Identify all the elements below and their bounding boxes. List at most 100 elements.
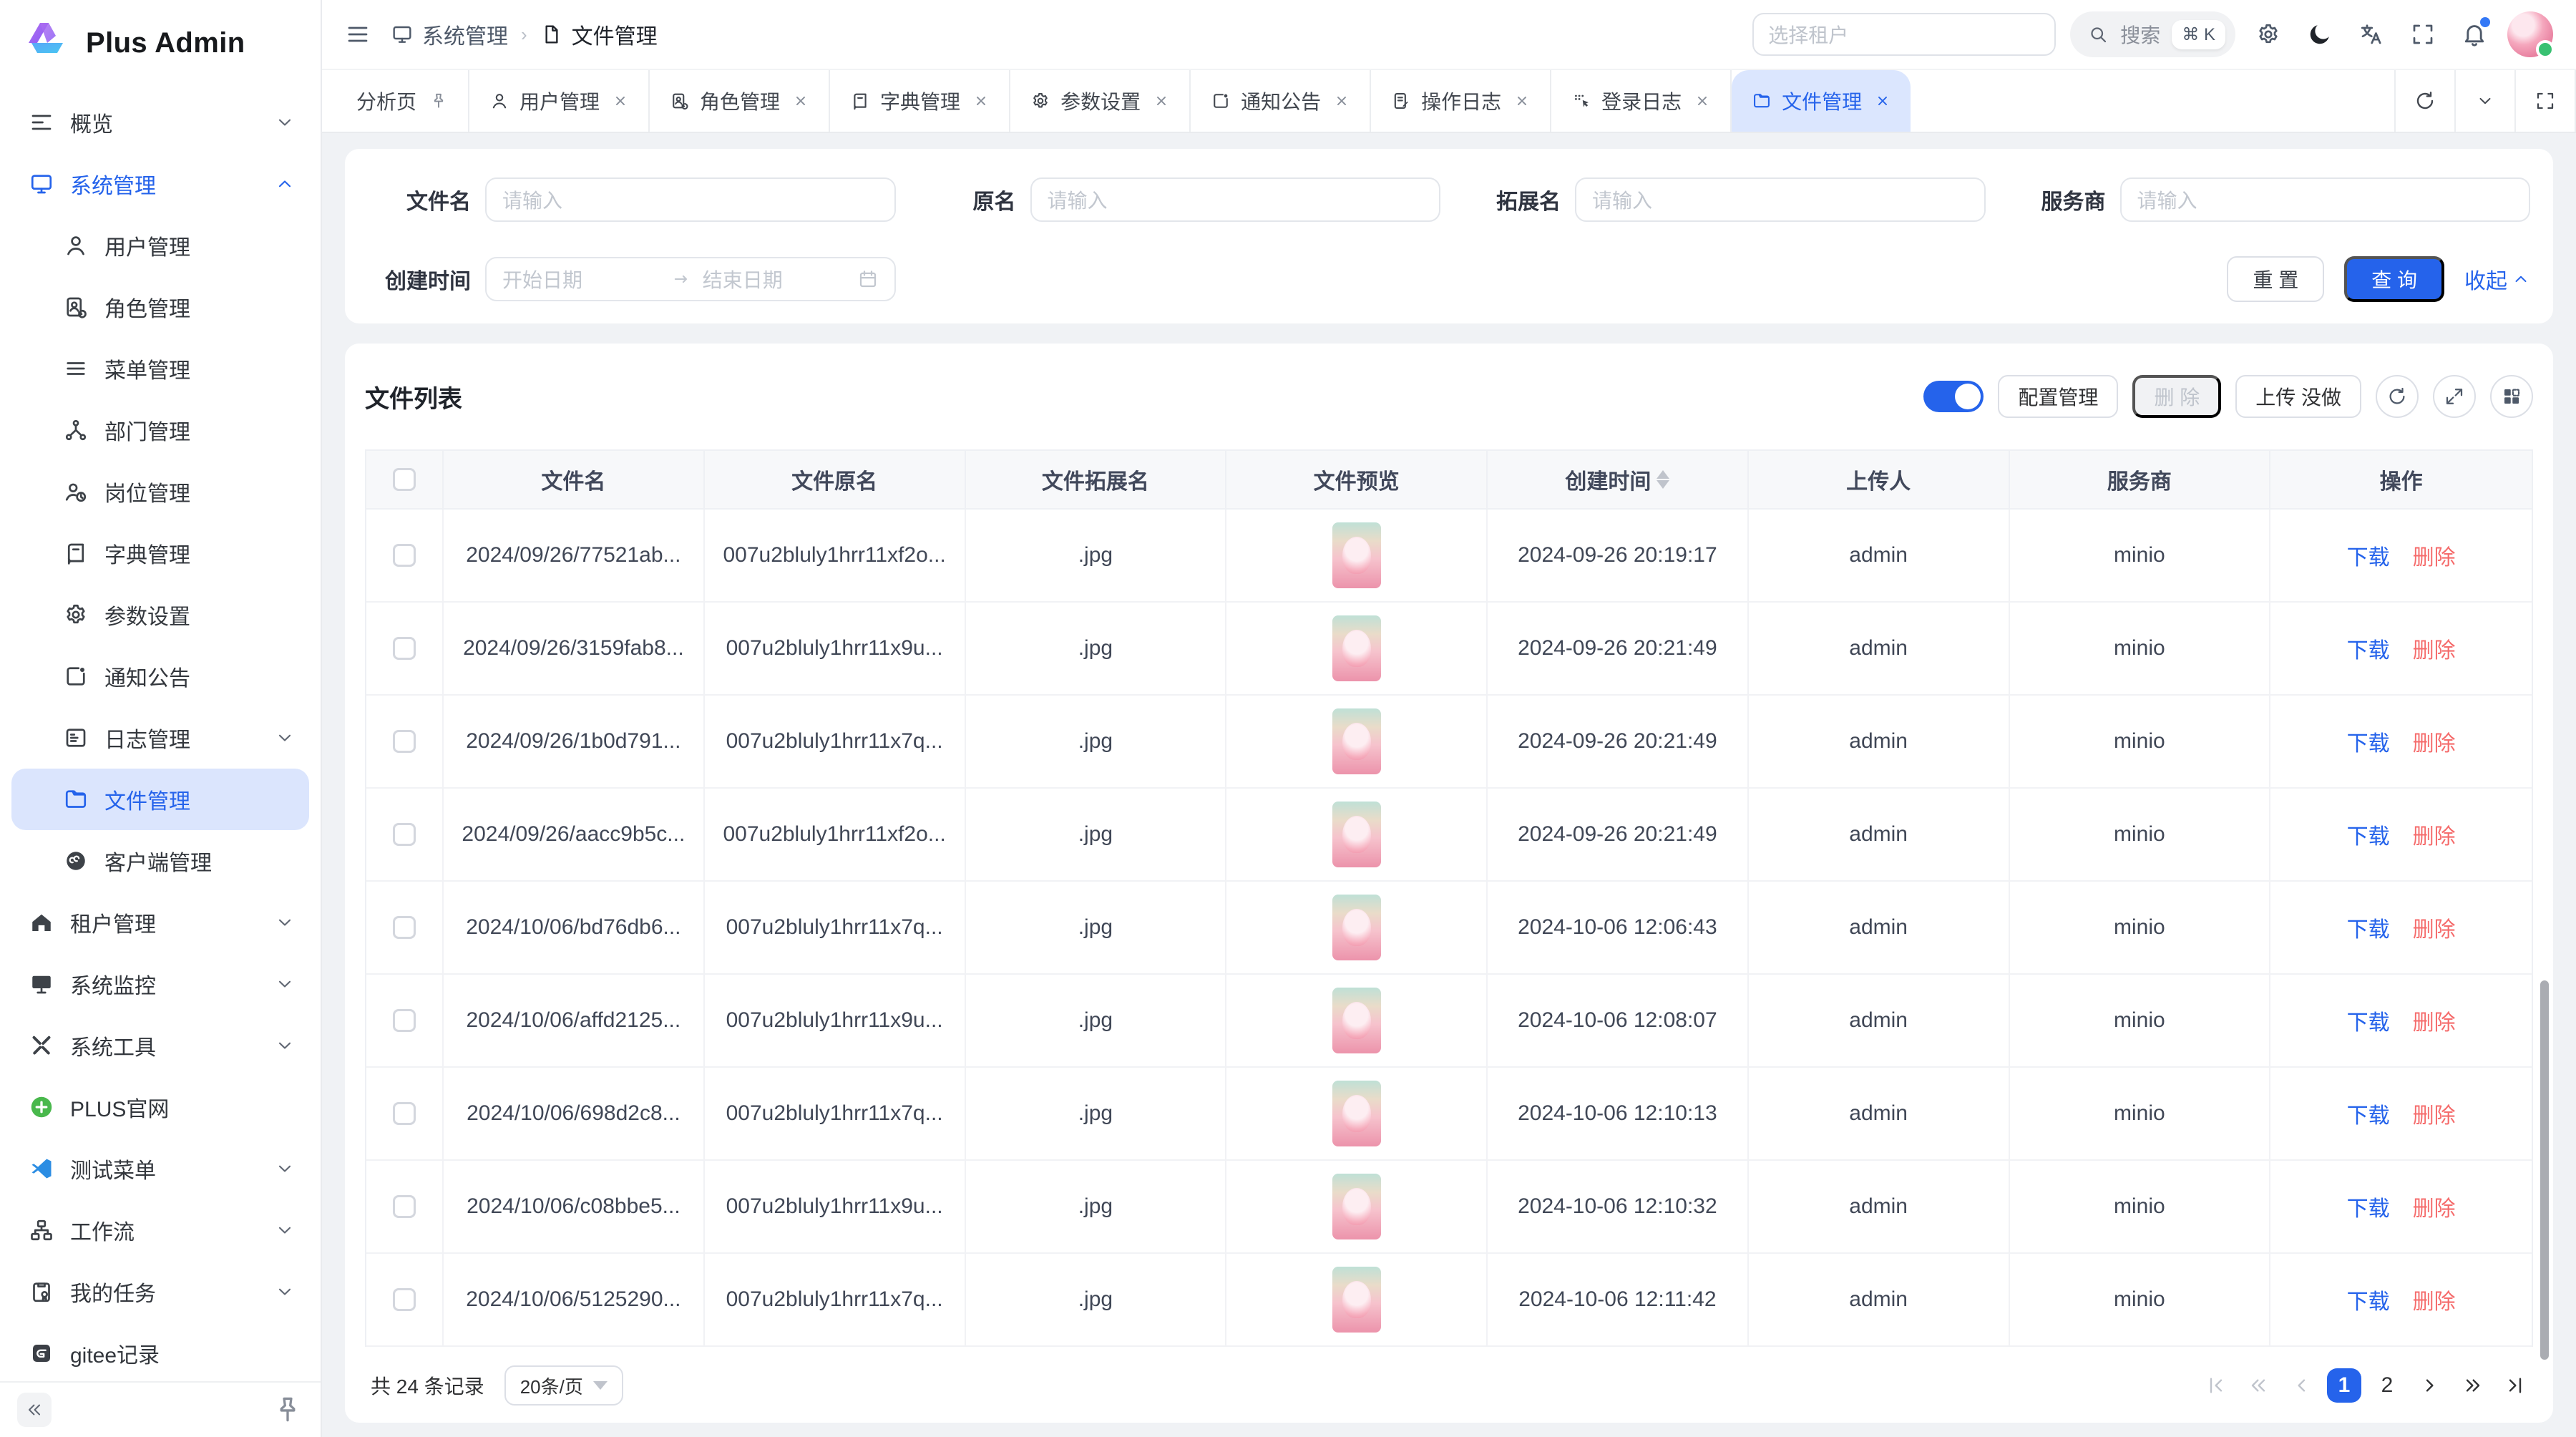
delete-link[interactable]: 删除: [2413, 540, 2456, 571]
sidebar-item-param-settings[interactable]: 参数设置: [11, 584, 309, 646]
settings-button[interactable]: [2250, 16, 2287, 53]
delete-link[interactable]: 删除: [2413, 819, 2456, 850]
close-icon[interactable]: [973, 93, 989, 109]
sidebar-item-notice[interactable]: 通知公告: [11, 646, 309, 707]
logo-row[interactable]: Plus Admin: [0, 0, 321, 86]
sort-carets-icon[interactable]: [1657, 470, 1669, 489]
dark-mode-button[interactable]: [2301, 16, 2338, 53]
date-range-picker[interactable]: 开始日期 结束日期: [485, 257, 896, 301]
config-management-button[interactable]: 配置管理: [1998, 375, 2118, 418]
row-checkbox[interactable]: [393, 730, 416, 753]
row-checkbox[interactable]: [393, 1288, 416, 1311]
extension-input[interactable]: 请输入: [1575, 177, 1986, 222]
sidebar-item-my-tasks[interactable]: 我的任务: [11, 1261, 309, 1322]
sidebar-item-log-management[interactable]: 日志管理: [11, 707, 309, 769]
column-header-create-time[interactable]: 创建时间: [1488, 451, 1749, 510]
sidebar-item-system-management[interactable]: 系统管理: [11, 153, 309, 215]
row-checkbox[interactable]: [393, 823, 416, 846]
sidebar-collapse-button[interactable]: [17, 1393, 52, 1427]
sidebar-item-role-management[interactable]: 角色管理: [11, 276, 309, 338]
sidebar-item-system-tools[interactable]: 系统工具: [11, 1015, 309, 1076]
sidebar-item-dept-management[interactable]: 部门管理: [11, 399, 309, 461]
collapse-filters-link[interactable]: 收起: [2464, 263, 2530, 295]
file-preview-thumbnail[interactable]: [1332, 1267, 1381, 1333]
table-columns-button[interactable]: [2490, 375, 2533, 418]
download-link[interactable]: 下载: [2347, 819, 2390, 850]
global-search-button[interactable]: 搜索 ⌘ K: [2070, 11, 2235, 57]
table-scrollbar-thumb[interactable]: [2540, 980, 2549, 1360]
download-link[interactable]: 下载: [2347, 540, 2390, 571]
file-preview-thumbnail[interactable]: [1332, 1174, 1381, 1239]
close-icon[interactable]: [793, 93, 809, 109]
breadcrumb-system-management[interactable]: 系统管理: [391, 19, 508, 50]
sidebar-item-file-management[interactable]: 文件管理: [11, 769, 309, 830]
prev-page-button[interactable]: [2284, 1368, 2318, 1403]
sidebar-item-client-management[interactable]: 客户端管理: [11, 830, 309, 892]
file-preview-thumbnail[interactable]: [1332, 895, 1381, 960]
delete-link[interactable]: 删除: [2413, 1191, 2456, 1222]
sidebar-item-post-management[interactable]: 岗位管理: [11, 461, 309, 522]
breadcrumb-file-management[interactable]: 文件管理: [540, 19, 658, 50]
tabs-dropdown-button[interactable]: [2456, 70, 2516, 132]
download-link[interactable]: 下载: [2347, 1005, 2390, 1036]
row-checkbox[interactable]: [393, 1195, 416, 1218]
select-all-checkbox[interactable]: [393, 468, 416, 491]
tabs-refresh-button[interactable]: [2396, 70, 2456, 132]
download-link[interactable]: 下载: [2347, 1098, 2390, 1129]
close-icon[interactable]: [1694, 93, 1710, 109]
delete-link[interactable]: 删除: [2413, 726, 2456, 757]
file-preview-thumbnail[interactable]: [1332, 988, 1381, 1053]
delete-link[interactable]: 删除: [2413, 1005, 2456, 1036]
close-icon[interactable]: [613, 93, 628, 109]
sidebar-pin-button[interactable]: [272, 1394, 303, 1426]
table-refresh-button[interactable]: [2376, 375, 2419, 418]
sidebar-item-test-menu[interactable]: 测试菜单: [11, 1138, 309, 1199]
close-icon[interactable]: [1875, 93, 1890, 109]
close-icon[interactable]: [1334, 93, 1350, 109]
sidebar-item-system-monitor[interactable]: 系统监控: [11, 953, 309, 1015]
query-button[interactable]: 查 询: [2344, 256, 2444, 302]
reset-button[interactable]: 重 置: [2227, 256, 2324, 302]
tab-dict-management[interactable]: 字典管理: [830, 70, 1010, 132]
jump-back-button[interactable]: [2241, 1368, 2275, 1403]
tab-notice[interactable]: 通知公告: [1191, 70, 1371, 132]
language-button[interactable]: [2353, 16, 2390, 53]
sidebar-item-overview[interactable]: 概览: [11, 92, 309, 153]
file-preview-thumbnail[interactable]: [1332, 1081, 1381, 1146]
jump-forward-button[interactable]: [2456, 1368, 2490, 1403]
row-checkbox[interactable]: [393, 916, 416, 939]
file-preview-thumbnail[interactable]: [1332, 522, 1381, 588]
download-link[interactable]: 下载: [2347, 1284, 2390, 1315]
delete-link[interactable]: 删除: [2413, 1284, 2456, 1315]
upload-button[interactable]: 上传 没做: [2235, 375, 2361, 418]
row-checkbox[interactable]: [393, 637, 416, 660]
download-link[interactable]: 下载: [2347, 726, 2390, 757]
user-avatar[interactable]: [2507, 11, 2553, 57]
last-page-button[interactable]: [2499, 1368, 2533, 1403]
content-fullscreen-button[interactable]: [2516, 70, 2576, 132]
first-page-button[interactable]: [2198, 1368, 2233, 1403]
row-checkbox[interactable]: [393, 1009, 416, 1032]
sidebar-item-user-management[interactable]: 用户管理: [11, 215, 309, 276]
file-name-input[interactable]: 请输入: [485, 177, 896, 222]
page-number-2[interactable]: 2: [2370, 1368, 2404, 1403]
origin-name-input[interactable]: 请输入: [1030, 177, 1441, 222]
table-fullscreen-button[interactable]: [2433, 375, 2476, 418]
next-page-button[interactable]: [2413, 1368, 2447, 1403]
sidebar-item-dict-management[interactable]: 字典管理: [11, 522, 309, 584]
tab-operation-log[interactable]: 操作日志: [1371, 70, 1551, 132]
download-link[interactable]: 下载: [2347, 633, 2390, 664]
file-preview-thumbnail[interactable]: [1332, 802, 1381, 867]
tab-login-log[interactable]: 登录日志: [1551, 70, 1732, 132]
sidebar-item-workflow[interactable]: 工作流: [11, 1199, 309, 1261]
page-size-select[interactable]: 20条/页: [504, 1365, 623, 1406]
tab-file-management[interactable]: 文件管理: [1732, 70, 1911, 132]
delete-link[interactable]: 删除: [2413, 1098, 2456, 1129]
delete-link[interactable]: 删除: [2413, 633, 2456, 664]
tab-param-settings[interactable]: 参数设置: [1010, 70, 1191, 132]
file-preview-thumbnail[interactable]: [1332, 615, 1381, 681]
sidebar-item-gitee-log[interactable]: gitee记录: [11, 1322, 309, 1384]
tab-user-management[interactable]: 用户管理: [469, 70, 650, 132]
delete-button[interactable]: 删 除: [2132, 375, 2221, 418]
close-icon[interactable]: [1153, 93, 1169, 109]
